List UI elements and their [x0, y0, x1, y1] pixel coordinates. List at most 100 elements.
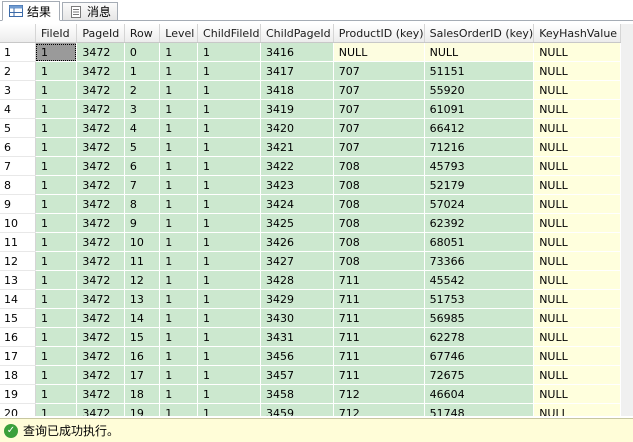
cell-childpageid[interactable]: 3425	[260, 213, 334, 233]
cell-fileid[interactable]: 1	[35, 194, 78, 214]
col-header-row[interactable]: Row	[124, 24, 161, 43]
cell-keyhashvalue[interactable]: NULL	[533, 156, 621, 176]
cell-keyhashvalue[interactable]: NULL	[533, 365, 621, 385]
table-row[interactable]: 1 1 3472 0 1 1 3416 NULL NULL NULL	[0, 42, 621, 62]
cell-pageid[interactable]: 3472	[76, 194, 125, 214]
cell-level[interactable]: 1	[159, 80, 199, 100]
cell-childfileid[interactable]: 1	[197, 327, 261, 347]
cell-childpageid[interactable]: 3422	[260, 156, 334, 176]
cell-salesorderid[interactable]: 46604	[424, 384, 535, 404]
col-header-fileid[interactable]: FileId	[35, 24, 78, 43]
cell-pageid[interactable]: 3472	[76, 137, 125, 157]
cell-keyhashvalue[interactable]: NULL	[533, 194, 621, 214]
cell-fileid[interactable]: 1	[35, 213, 78, 233]
row-number-cell[interactable]: 7	[0, 156, 36, 176]
cell-salesorderid[interactable]: 51151	[424, 61, 535, 81]
cell-productid[interactable]: 708	[333, 175, 425, 195]
cell-fileid[interactable]: 1	[35, 42, 78, 62]
cell-keyhashvalue[interactable]: NULL	[533, 308, 621, 328]
cell-fileid[interactable]: 1	[35, 365, 78, 385]
cell-pageid[interactable]: 3472	[76, 61, 125, 81]
cell-row[interactable]: 6	[124, 156, 161, 176]
row-number-cell[interactable]: 10	[0, 213, 36, 233]
cell-childpageid[interactable]: 3428	[260, 270, 334, 290]
cell-childpageid[interactable]: 3426	[260, 232, 334, 252]
cell-keyhashvalue[interactable]: NULL	[533, 99, 621, 119]
cell-keyhashvalue[interactable]: NULL	[533, 137, 621, 157]
cell-productid[interactable]: 711	[333, 289, 425, 309]
cell-level[interactable]: 1	[159, 270, 199, 290]
cell-salesorderid[interactable]: 57024	[424, 194, 535, 214]
cell-childpageid[interactable]: 3429	[260, 289, 334, 309]
table-row[interactable]: 13 1 3472 12 1 1 3428 711 45542 NULL	[0, 270, 621, 290]
cell-productid[interactable]: 707	[333, 99, 425, 119]
cell-pageid[interactable]: 3472	[76, 99, 125, 119]
cell-level[interactable]: 1	[159, 175, 199, 195]
cell-childfileid[interactable]: 1	[197, 346, 261, 366]
cell-fileid[interactable]: 1	[35, 61, 78, 81]
cell-productid[interactable]: 711	[333, 270, 425, 290]
cell-childpageid[interactable]: 3416	[260, 42, 334, 62]
cell-keyhashvalue[interactable]: NULL	[533, 251, 621, 271]
table-row[interactable]: 19 1 3472 18 1 1 3458 712 46604 NULL	[0, 384, 621, 404]
cell-pageid[interactable]: 3472	[76, 251, 125, 271]
cell-pageid[interactable]: 3472	[76, 308, 125, 328]
cell-row[interactable]: 10	[124, 232, 161, 252]
row-number-cell[interactable]: 13	[0, 270, 36, 290]
cell-row[interactable]: 2	[124, 80, 161, 100]
col-header-level[interactable]: Level	[159, 24, 199, 43]
cell-fileid[interactable]: 1	[35, 403, 78, 416]
cell-keyhashvalue[interactable]: NULL	[533, 213, 621, 233]
row-number-cell[interactable]: 12	[0, 251, 36, 271]
cell-childfileid[interactable]: 1	[197, 194, 261, 214]
cell-keyhashvalue[interactable]: NULL	[533, 61, 621, 81]
cell-childpageid[interactable]: 3420	[260, 118, 334, 138]
cell-fileid[interactable]: 1	[35, 289, 78, 309]
cell-row[interactable]: 0	[124, 42, 161, 62]
table-row[interactable]: 5 1 3472 4 1 1 3420 707 66412 NULL	[0, 118, 621, 138]
cell-keyhashvalue[interactable]: NULL	[533, 403, 621, 416]
cell-pageid[interactable]: 3472	[76, 232, 125, 252]
cell-childpageid[interactable]: 3457	[260, 365, 334, 385]
cell-childfileid[interactable]: 1	[197, 384, 261, 404]
cell-level[interactable]: 1	[159, 403, 199, 416]
cell-childpageid[interactable]: 3459	[260, 403, 334, 416]
table-row[interactable]: 12 1 3472 11 1 1 3427 708 73366 NULL	[0, 251, 621, 271]
cell-fileid[interactable]: 1	[35, 384, 78, 404]
cell-level[interactable]: 1	[159, 213, 199, 233]
cell-row[interactable]: 17	[124, 365, 161, 385]
cell-pageid[interactable]: 3472	[76, 156, 125, 176]
cell-productid[interactable]: 711	[333, 365, 425, 385]
cell-childfileid[interactable]: 1	[197, 175, 261, 195]
cell-salesorderid[interactable]: NULL	[424, 42, 535, 62]
cell-row[interactable]: 4	[124, 118, 161, 138]
cell-pageid[interactable]: 3472	[76, 213, 125, 233]
table-row[interactable]: 3 1 3472 2 1 1 3418 707 55920 NULL	[0, 80, 621, 100]
cell-pageid[interactable]: 3472	[76, 403, 125, 416]
cell-productid[interactable]: 708	[333, 156, 425, 176]
table-row[interactable]: 7 1 3472 6 1 1 3422 708 45793 NULL	[0, 156, 621, 176]
table-row[interactable]: 2 1 3472 1 1 1 3417 707 51151 NULL	[0, 61, 621, 81]
cell-childpageid[interactable]: 3430	[260, 308, 334, 328]
table-row[interactable]: 9 1 3472 8 1 1 3424 708 57024 NULL	[0, 194, 621, 214]
table-row[interactable]: 20 1 3472 19 1 1 3459 712 51748 NULL	[0, 403, 621, 416]
table-row[interactable]: 6 1 3472 5 1 1 3421 707 71216 NULL	[0, 137, 621, 157]
cell-childpageid[interactable]: 3431	[260, 327, 334, 347]
cell-childfileid[interactable]: 1	[197, 61, 261, 81]
cell-salesorderid[interactable]: 56985	[424, 308, 535, 328]
cell-salesorderid[interactable]: 55920	[424, 80, 535, 100]
cell-fileid[interactable]: 1	[35, 232, 78, 252]
col-header-childpageid[interactable]: ChildPageId	[260, 24, 334, 43]
cell-level[interactable]: 1	[159, 251, 199, 271]
table-row[interactable]: 16 1 3472 15 1 1 3431 711 62278 NULL	[0, 327, 621, 347]
cell-salesorderid[interactable]: 45793	[424, 156, 535, 176]
cell-level[interactable]: 1	[159, 232, 199, 252]
row-number-cell[interactable]: 17	[0, 346, 36, 366]
cell-row[interactable]: 13	[124, 289, 161, 309]
cell-childfileid[interactable]: 1	[197, 118, 261, 138]
row-number-cell[interactable]: 8	[0, 175, 36, 195]
cell-level[interactable]: 1	[159, 346, 199, 366]
cell-level[interactable]: 1	[159, 289, 199, 309]
cell-row[interactable]: 18	[124, 384, 161, 404]
cell-pageid[interactable]: 3472	[76, 42, 125, 62]
